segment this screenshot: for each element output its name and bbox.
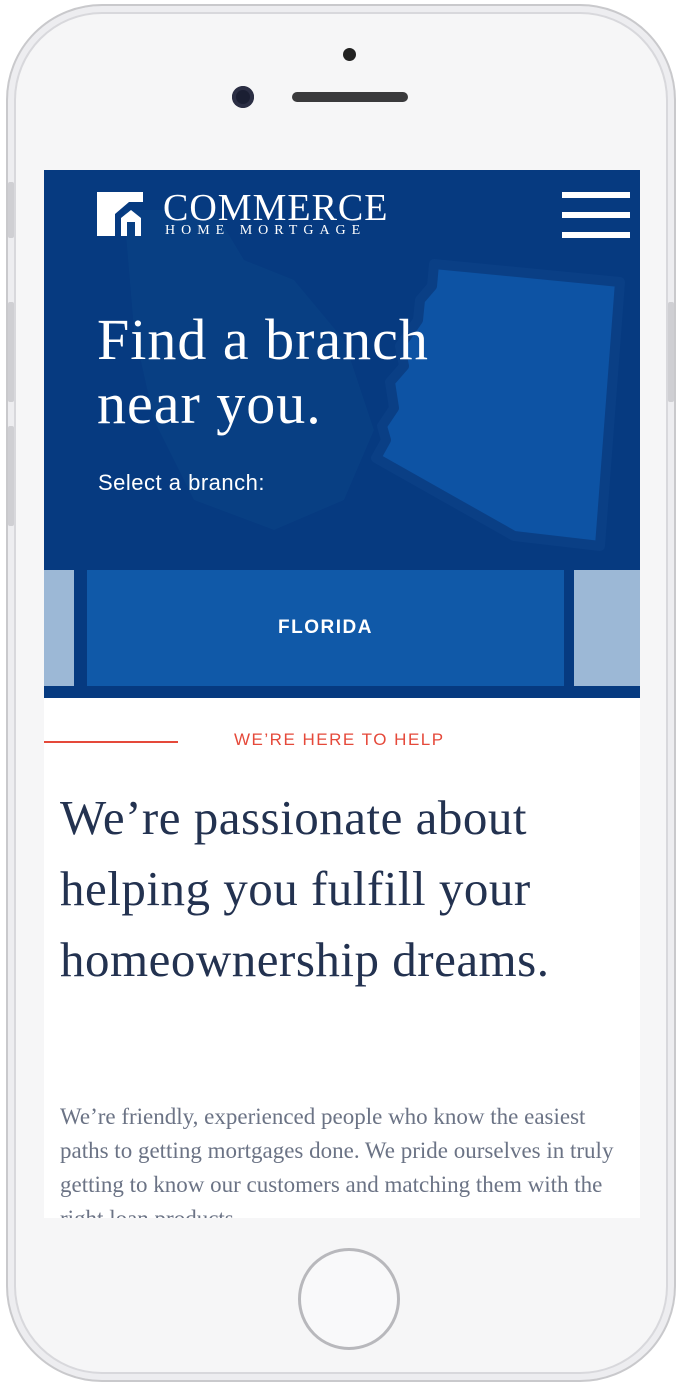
hero-section: COMMERCE HOME MORTGAGE Find a branch nea… (44, 170, 640, 698)
volume-up-button (8, 302, 14, 402)
section-body-text: We’re friendly, experienced people who k… (60, 1104, 614, 1218)
mute-switch (8, 182, 14, 238)
branch-carousel: FLORIDA (44, 570, 640, 698)
eyebrow-rule (44, 741, 178, 743)
power-button (668, 302, 674, 402)
earpiece-speaker (292, 92, 408, 102)
brand-tagline: HOME MORTGAGE (165, 223, 367, 238)
section-headline: We’re passionate about helping you fulfi… (60, 790, 550, 987)
previous-branch-card[interactable] (44, 570, 74, 686)
hero-title: Find a branch near you. (97, 307, 429, 436)
section-eyebrow: WE’RE HERE TO HELP (234, 730, 445, 749)
next-branch-card[interactable] (574, 570, 640, 686)
hamburger-menu-icon[interactable] (562, 192, 630, 240)
menu-bar-middle (562, 212, 630, 218)
front-camera-icon (232, 86, 254, 108)
proximity-sensor (343, 48, 356, 61)
house-mark-icon (97, 192, 143, 236)
phone-screen: COMMERCE HOME MORTGAGE Find a branch nea… (44, 170, 640, 1218)
volume-down-button (8, 426, 14, 526)
menu-bar-bottom (562, 232, 630, 238)
menu-bar-top (562, 192, 630, 198)
home-button[interactable] (298, 1248, 400, 1350)
hero-subtitle: Select a branch: (98, 470, 265, 495)
branch-card-selected[interactable]: FLORIDA (87, 570, 564, 686)
